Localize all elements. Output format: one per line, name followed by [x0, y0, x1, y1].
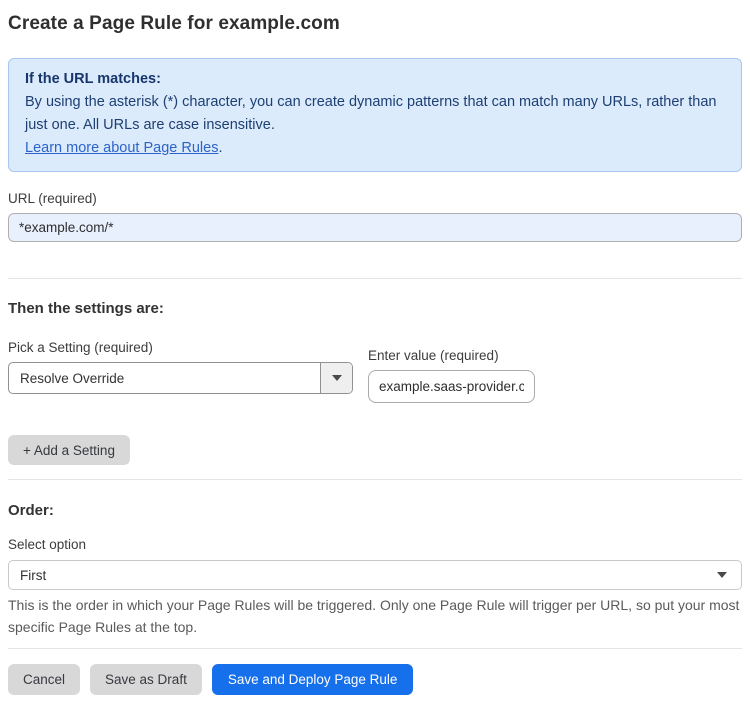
chevron-down-icon [331, 375, 342, 381]
select-option-label: Select option [8, 537, 87, 552]
page-title: Create a Page Rule for example.com [8, 13, 340, 34]
setting-value-input[interactable] [368, 370, 535, 403]
save-and-deploy-button[interactable]: Save and Deploy Page Rule [211, 664, 414, 695]
section-divider [8, 648, 742, 649]
order-select-value: First [20, 567, 47, 583]
link-period: . [218, 140, 223, 156]
section-divider [8, 479, 742, 480]
url-input[interactable] [8, 213, 742, 242]
url-label: URL (required) [8, 191, 97, 206]
create-page-rule-form: Create a Page Rule for example.com If th… [0, 12, 750, 695]
action-buttons-row: Cancel Save as Draft Save and Deploy Pag… [8, 664, 742, 695]
order-help-text: This is the order in which your Page Rul… [8, 597, 740, 635]
settings-heading: Then the settings are: [8, 300, 164, 317]
settings-row: Pick a Setting (required) Resolve Overri… [8, 340, 742, 403]
add-setting-button[interactable]: + Add a Setting [8, 435, 130, 465]
setting-dropdown-value: Resolve Override [20, 370, 125, 386]
order-select[interactable]: First [8, 560, 742, 590]
save-as-draft-button[interactable]: Save as Draft [90, 664, 202, 695]
info-box-link-line: Learn more about Page Rules. [25, 137, 725, 160]
info-box-heading: If the URL matches: [25, 71, 161, 87]
learn-more-link[interactable]: Learn more about Page Rules [25, 140, 218, 156]
pick-setting-label: Pick a Setting (required) [8, 340, 153, 355]
pick-setting-column: Pick a Setting (required) Resolve Overri… [8, 340, 353, 394]
enter-value-label: Enter value (required) [368, 348, 499, 363]
info-box-body: By using the asterisk (*) character, you… [25, 94, 717, 133]
order-heading: Order: [8, 502, 54, 519]
url-match-info-box: If the URL matches: By using the asteris… [8, 58, 742, 172]
setting-dropdown[interactable]: Resolve Override [8, 362, 353, 394]
enter-value-column: Enter value (required) [368, 348, 535, 403]
cancel-button[interactable]: Cancel [8, 664, 81, 695]
chevron-down-icon [717, 572, 727, 578]
section-divider [8, 278, 742, 279]
dropdown-arrow-button[interactable] [320, 363, 352, 393]
